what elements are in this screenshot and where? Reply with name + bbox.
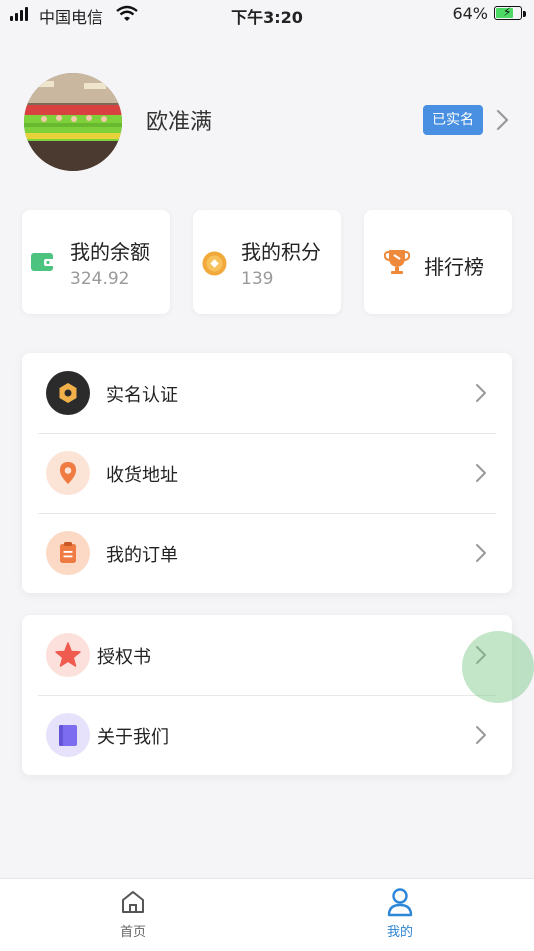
menu-item-orders[interactable]: 我的订单 [22, 513, 512, 593]
location-pin-icon [46, 451, 90, 495]
chevron-right-icon [476, 464, 486, 482]
ranking-title: 排行榜 [424, 255, 484, 279]
avatar[interactable] [24, 73, 122, 171]
menu-item-address[interactable]: 收货地址 [22, 433, 512, 513]
order-clipboard-icon [46, 531, 90, 575]
avatar-photo [24, 73, 122, 171]
menu-label-real-name: 实名认证 [106, 385, 178, 406]
menu-item-about[interactable]: 关于我们 [22, 695, 512, 775]
tab-mine[interactable]: 我的 [360, 879, 440, 951]
wallet-icon [31, 253, 55, 271]
main-menu-card: 实名认证 收货地址 我的订单 [22, 353, 512, 593]
home-icon [122, 891, 144, 913]
verify-icon [46, 371, 90, 415]
verified-badge: 已实名 [423, 105, 483, 135]
points-title: 我的积分 [241, 240, 321, 264]
touch-indicator [462, 631, 534, 703]
trophy-icon [384, 250, 410, 274]
chevron-right-icon [476, 726, 486, 744]
battery-percent: 64% [452, 4, 488, 23]
chevron-right-icon [476, 384, 486, 402]
balance-title: 我的余额 [70, 240, 150, 264]
tab-label-home: 首页 [119, 925, 146, 940]
secondary-menu-card: 授权书 关于我们 [22, 615, 512, 775]
ranking-card[interactable]: 排行榜 [364, 210, 512, 314]
balance-value: 324.92 [70, 269, 130, 289]
tab-bar: 首页 我的 [0, 878, 534, 951]
battery-tip [523, 11, 526, 17]
user-name: 欧准满 [146, 110, 213, 135]
menu-item-real-name[interactable]: 实名认证 [22, 353, 512, 433]
coin-icon [202, 251, 227, 276]
tab-label-mine: 我的 [386, 925, 413, 940]
chevron-right-icon [476, 544, 486, 562]
menu-label-about: 关于我们 [97, 727, 169, 748]
star-icon [46, 633, 90, 677]
balance-card[interactable]: 我的余额 324.92 [22, 210, 170, 314]
user-icon [387, 888, 413, 917]
points-value: 139 [241, 269, 274, 289]
battery-icon: ⚡ [494, 5, 522, 20]
menu-label-orders: 我的订单 [106, 545, 178, 566]
menu-label-authorization: 授权书 [97, 647, 151, 668]
menu-item-authorization[interactable]: 授权书 [22, 615, 512, 695]
book-icon [46, 713, 90, 757]
tab-home[interactable]: 首页 [93, 879, 173, 951]
status-bar: 中国电信 下午3:20 64% ⚡ [0, 0, 534, 30]
points-card[interactable]: 我的积分 139 [193, 210, 341, 314]
chevron-right-icon[interactable] [494, 108, 512, 132]
menu-label-address: 收货地址 [106, 465, 178, 486]
